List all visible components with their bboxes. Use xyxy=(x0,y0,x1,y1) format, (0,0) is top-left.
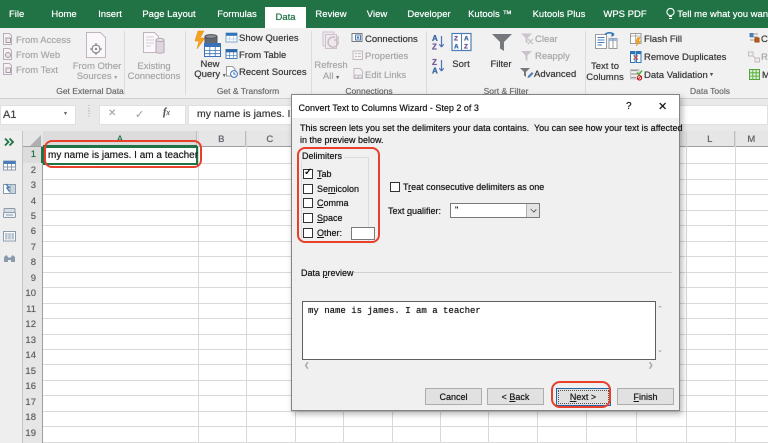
svg-text:A: A xyxy=(454,44,459,51)
svg-text:A: A xyxy=(464,36,469,43)
svg-text:Z: Z xyxy=(464,44,468,51)
svg-text:A: A xyxy=(432,67,438,76)
svg-text:Z: Z xyxy=(454,36,458,43)
svg-text:Z: Z xyxy=(432,43,437,52)
